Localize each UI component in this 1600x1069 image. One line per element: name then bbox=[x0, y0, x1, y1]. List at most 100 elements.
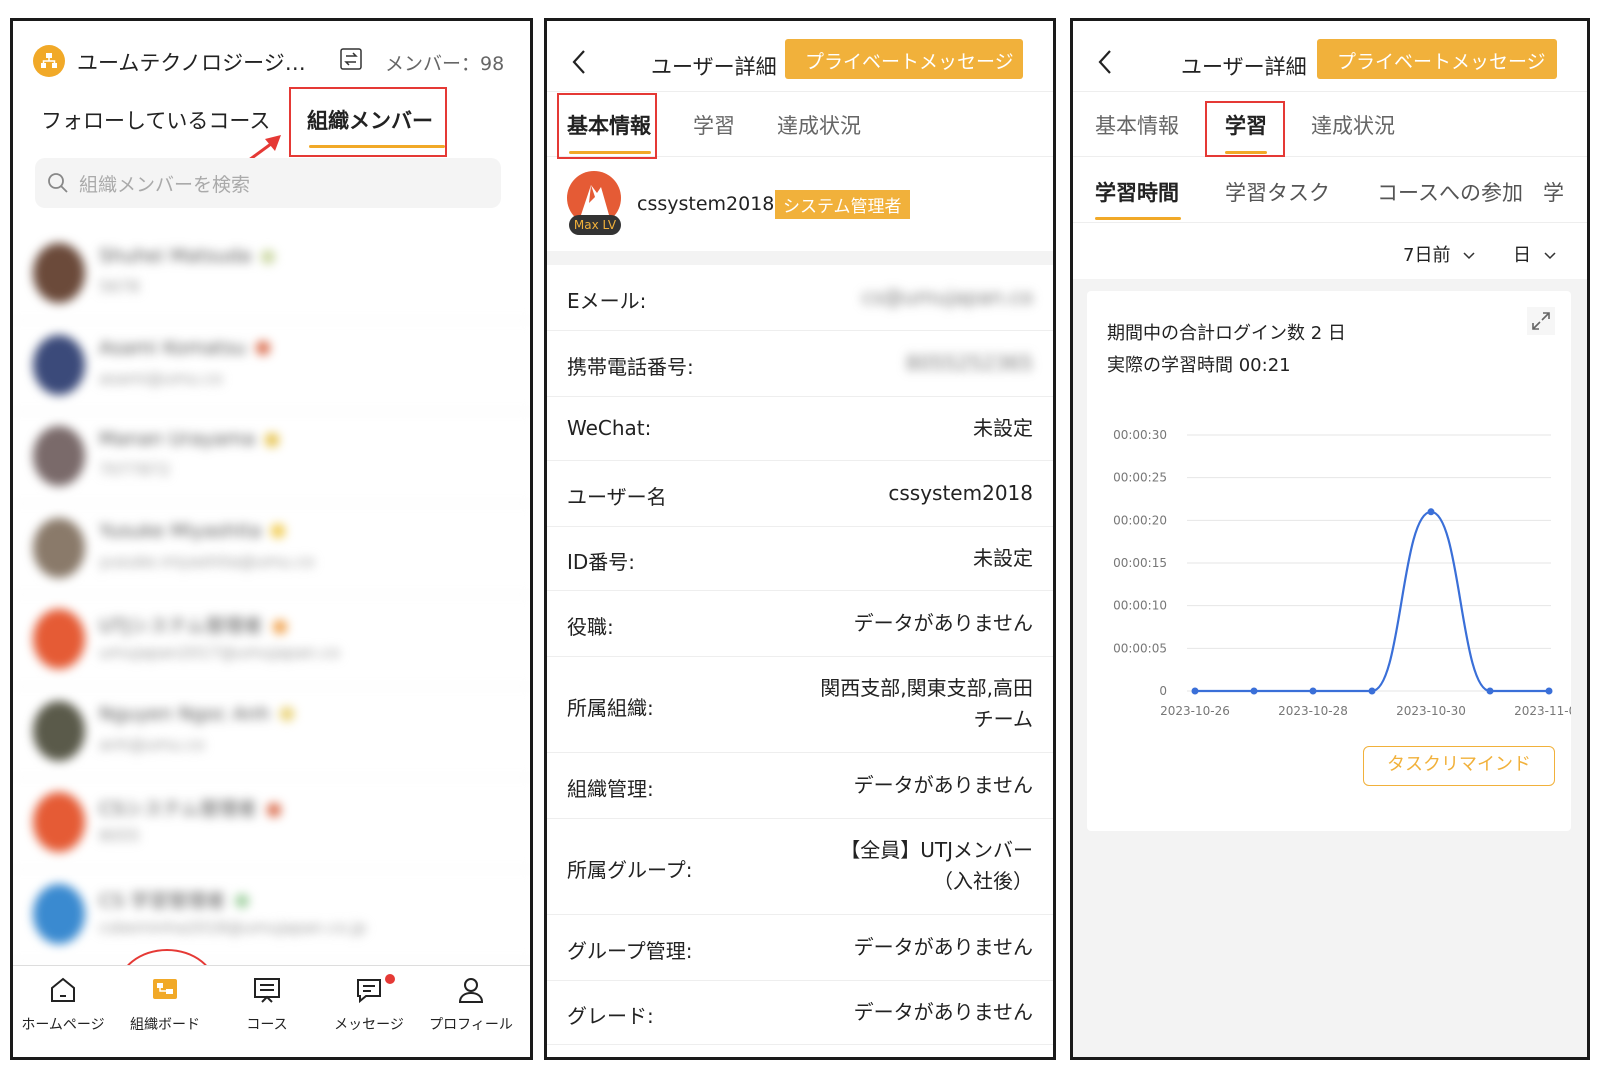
unread-badge bbox=[385, 974, 395, 984]
y-tick-label: 00:00:20 bbox=[1113, 513, 1167, 527]
member-row[interactable]: Nguyen Ngoc Anh anh@umu.co bbox=[13, 687, 530, 778]
member-contact: 8055 bbox=[99, 826, 140, 845]
tab-achievement[interactable]: 達成状況 bbox=[777, 110, 861, 140]
member-name: Yusuke Miyashita bbox=[99, 520, 286, 542]
member-contact: asami@umu.co bbox=[99, 368, 223, 388]
nav-org-board[interactable]: 組織ボード bbox=[115, 974, 215, 1034]
info-label: ID番号: bbox=[567, 550, 636, 574]
search-placeholder: 組織メンバーを検索 bbox=[79, 174, 251, 196]
back-icon[interactable] bbox=[1097, 49, 1113, 75]
detail-tabs: 基本情報 学習 達成状況 bbox=[1073, 91, 1587, 157]
member-contact: 5678 bbox=[99, 277, 140, 296]
member-row[interactable]: Shuhei Matsuda 5678 bbox=[13, 229, 530, 321]
filter-row: 7日前 日 bbox=[1073, 223, 1587, 283]
info-row: 携帯電話番号: 8055252365 bbox=[547, 331, 1053, 397]
info-label: 所属グループ: bbox=[567, 858, 693, 882]
nav-home[interactable]: ホームページ bbox=[13, 974, 113, 1034]
expand-icon[interactable] bbox=[1527, 307, 1555, 335]
home-icon bbox=[51, 977, 75, 1002]
member-contact: 7077872 bbox=[99, 460, 171, 479]
nav-course[interactable]: コース bbox=[217, 974, 317, 1034]
status-dot bbox=[261, 249, 276, 264]
info-row: グレード: データがありません bbox=[547, 981, 1053, 1045]
member-contact: anh@umu.co bbox=[99, 734, 205, 754]
learning-time-card: 期間中の合計ログイン数 2 日 実際の学習時間 00:21 0 00:00:05 0… bbox=[1087, 291, 1571, 831]
subtab-more[interactable]: 学 bbox=[1543, 177, 1564, 207]
info-value: 8055252365 bbox=[905, 351, 1033, 375]
member-row[interactable]: CSシステム管理者 8055 bbox=[13, 778, 530, 870]
member-row[interactable]: Manan Urayama 7077872 bbox=[13, 412, 530, 504]
member-name: CSシステム管理者 bbox=[99, 794, 281, 821]
info-label: 所属組織: bbox=[567, 696, 654, 720]
data-point bbox=[1368, 687, 1376, 695]
unit-select[interactable]: 日 bbox=[1513, 241, 1557, 267]
private-message-button[interactable]: プライベートメッセージ bbox=[1317, 39, 1557, 79]
private-message-button[interactable]: プライベートメッセージ bbox=[785, 39, 1023, 79]
actual-learning-time: 実際の学習時間 00:21 bbox=[1107, 355, 1291, 376]
member-row[interactable]: Asami Komatsu asami@umu.co bbox=[13, 321, 530, 412]
unit-value: 日 bbox=[1513, 245, 1531, 266]
member-name: Shuhei Matsuda bbox=[99, 245, 276, 267]
info-value: cssystem2018 bbox=[888, 481, 1033, 505]
info-row: 所属組織: 関西支部,関東支部,高田 チーム bbox=[547, 657, 1053, 753]
tab-learning[interactable]: 学習 bbox=[693, 110, 735, 140]
data-point bbox=[1427, 508, 1435, 516]
nav-label: コース bbox=[246, 1017, 288, 1033]
y-tick-label: 00:00:15 bbox=[1113, 556, 1167, 570]
status-dot bbox=[266, 802, 281, 817]
info-label: ユーザー名 bbox=[567, 485, 667, 509]
member-search-input[interactable]: 組織メンバーを検索 bbox=[35, 158, 501, 208]
nav-profile[interactable]: プロフィール bbox=[421, 974, 521, 1034]
member-row[interactable]: CS 学習管理者 csbeminha2018@umujapan.co.jp bbox=[13, 870, 530, 961]
divider bbox=[547, 251, 1053, 265]
info-value: 【全員】UTJメンバー （入社後） bbox=[840, 835, 1033, 897]
member-row[interactable]: Yusuke Miyashita yusuke.miyashita@umu.co bbox=[13, 504, 530, 595]
avatar bbox=[33, 243, 85, 303]
avatar bbox=[33, 700, 85, 761]
data-point bbox=[1486, 687, 1494, 695]
org-name[interactable]: ユームテクノロジージ… bbox=[77, 47, 306, 77]
task-remind-button[interactable]: タスクリマインド bbox=[1363, 746, 1555, 786]
avatar bbox=[33, 883, 85, 944]
member-row[interactable]: UTJシステム管理者 umujapan2017@umujapan.co bbox=[13, 595, 530, 687]
member-list: Shuhei Matsuda 5678 Asami Komatsu asami@umu… bbox=[13, 229, 530, 961]
tab-basic-info[interactable]: 基本情報 bbox=[1095, 110, 1179, 140]
period-select[interactable]: 7日前 bbox=[1403, 241, 1476, 267]
back-icon[interactable] bbox=[571, 49, 587, 75]
info-label: グループ管理: bbox=[567, 939, 693, 963]
avatar bbox=[33, 334, 85, 395]
org-logo-icon bbox=[33, 45, 65, 77]
y-tick-label: 0 bbox=[1159, 684, 1167, 698]
page-title: ユーザー詳細 bbox=[651, 55, 777, 79]
info-label: Eメール: bbox=[567, 289, 647, 313]
highlight-box bbox=[557, 93, 657, 159]
member-contact: yusuke.miyashita@umu.co bbox=[99, 551, 315, 571]
info-row: Eメール: cs@umujapan.co bbox=[547, 265, 1053, 331]
org-board-icon bbox=[153, 979, 177, 999]
info-label: 携帯電話番号: bbox=[567, 355, 694, 379]
nav-message[interactable]: メッセージ bbox=[319, 974, 419, 1034]
y-tick-label: 00:00:05 bbox=[1113, 641, 1167, 655]
subtab-course-join[interactable]: コースへの参加 bbox=[1377, 177, 1523, 207]
total-login-days: 期間中の合計ログイン数 2 日 bbox=[1107, 323, 1346, 344]
tab-achievement[interactable]: 達成状況 bbox=[1311, 110, 1395, 140]
role-badge: システム管理者 bbox=[775, 190, 910, 219]
active-subtab-indicator bbox=[1095, 217, 1181, 220]
nav-label: 組織ボード bbox=[130, 1017, 200, 1033]
avatar bbox=[33, 517, 85, 578]
nav-label: プロフィール bbox=[429, 1017, 513, 1033]
member-name: Nguyen Ngoc Anh bbox=[99, 703, 294, 725]
member-name: UTJシステム管理者 bbox=[99, 611, 287, 638]
x-tick-label: 2023-10-26 bbox=[1160, 704, 1230, 718]
info-value: cs@umujapan.co bbox=[861, 285, 1033, 309]
member-name: CS 学習管理者 bbox=[99, 886, 250, 913]
info-value: データがありません bbox=[853, 773, 1033, 797]
data-point bbox=[1545, 687, 1553, 695]
page-title: ユーザー詳細 bbox=[1181, 55, 1307, 79]
status-dot bbox=[256, 341, 271, 355]
switch-org-icon[interactable] bbox=[339, 47, 363, 71]
subtab-learning-time[interactable]: 学習時間 bbox=[1095, 177, 1179, 207]
subtab-learning-task[interactable]: 学習タスク bbox=[1225, 177, 1330, 207]
avatar bbox=[33, 426, 85, 486]
info-label: 組織管理: bbox=[567, 777, 654, 801]
